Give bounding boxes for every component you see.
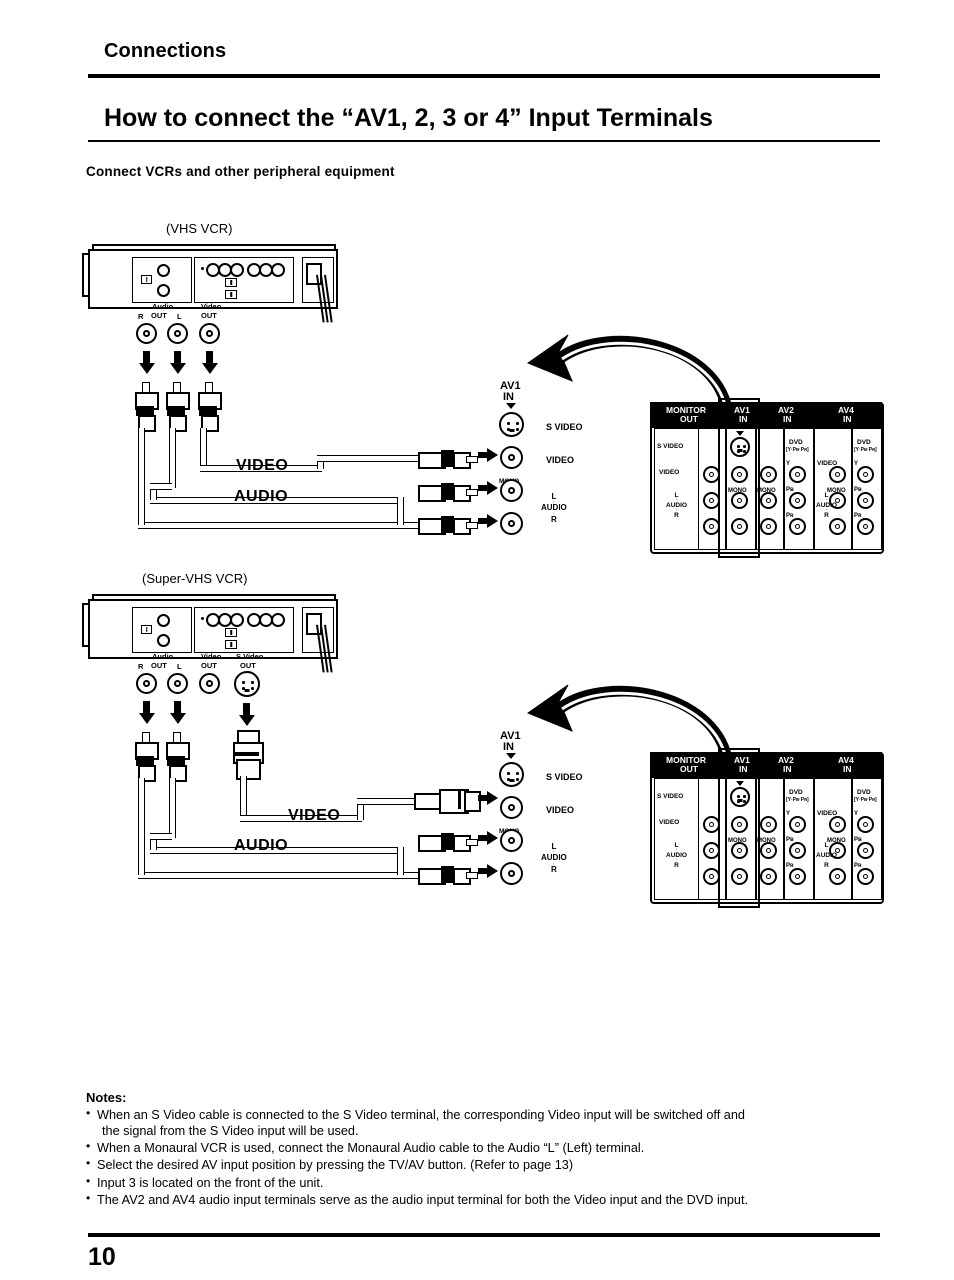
svhs-av1-audio-l-label: L xyxy=(551,842,557,851)
svhs-audio-l-label: L xyxy=(177,662,182,671)
svhs-video-jack xyxy=(199,673,220,694)
svhs-av1-pointer xyxy=(506,753,516,759)
panel2-av4-audio-r: R xyxy=(824,861,829,869)
panel2-av4-audio-r-jack xyxy=(829,868,846,885)
panel2-av2-dvd-pr-jack xyxy=(789,868,806,885)
panel2-av4-dvd-y: Y xyxy=(854,811,859,817)
panel2-av4-audio: AUDIO xyxy=(816,851,837,859)
svhs-audio-r-run xyxy=(138,872,456,879)
panel2-av2-audio-l-jack xyxy=(760,842,777,859)
panel2-av2-dvd-components: [Y·Pʙ·Pʀ] xyxy=(786,797,809,803)
panel2-av2-video-jack xyxy=(760,816,777,833)
svhs-av1-in: IN xyxy=(503,741,514,753)
svhs-audio-r-label: R xyxy=(138,662,144,671)
svhs-audio-l-jack xyxy=(167,673,188,694)
note-item-5: The AV2 and AV4 audio input terminals se… xyxy=(86,1191,886,1208)
panel2-av4-audio-l: L xyxy=(824,842,829,849)
svhs-av1-video-label: VIDEO xyxy=(546,805,575,815)
svhs-audio-r-bend xyxy=(138,825,145,875)
note-1-line-1: When an S Video cable is connected to th… xyxy=(97,1108,745,1122)
panel2-col-monitor-out-2: OUT xyxy=(680,764,698,774)
note-item-1: When an S Video cable is connected to th… xyxy=(86,1106,886,1139)
panel2-av2-dvd-pb-jack xyxy=(789,842,806,859)
svhs-av1-audio-l-jack xyxy=(500,829,523,852)
panel2-av4-dvd-pb-jack xyxy=(857,842,874,859)
svhs-audio-split xyxy=(397,847,404,875)
panel2-av2-dvd-y-jack xyxy=(789,816,806,833)
svhs-av1-svideo-label: S VIDEO xyxy=(546,772,583,782)
panel2-av4-dvd-label: DVD xyxy=(857,789,871,796)
panel2-row-svideo: S VIDEO xyxy=(657,793,684,800)
svhs-video-cable-drop xyxy=(240,776,247,820)
notes-section: Notes: When an S Video cable is connecte… xyxy=(86,1090,886,1209)
panel2-av1-highlight xyxy=(718,748,760,908)
panel2-av4-dvd-components: [Y·Pʙ·Pʀ] xyxy=(854,797,877,803)
svhs-svideo-jack xyxy=(234,671,260,697)
panel2-av4-video-jack xyxy=(829,816,846,833)
svhs-video-group-label: Video xyxy=(201,652,222,661)
manual-page: Connections How to connect the “AV1, 2, … xyxy=(0,0,954,1280)
svhs-video-cable-label: VIDEO xyxy=(288,807,341,824)
svhs-audio-r-jack xyxy=(136,673,157,694)
panel2-row-video: VIDEO xyxy=(659,819,680,826)
panel2-av4-dvd-pr-jack xyxy=(857,868,874,885)
page-number: 10 xyxy=(88,1243,116,1271)
svhs-av1-audio-labels: L | AUDIO | R xyxy=(541,842,567,874)
panel2-av2-audio-r-jack xyxy=(760,868,777,885)
note-item-2: When a Monaural VCR is used, connect the… xyxy=(86,1139,886,1156)
svhs-video-cable-top xyxy=(357,798,419,805)
svhs-audio-l-drop xyxy=(169,778,176,838)
svhs-vcr-caption: (Super-VHS VCR) xyxy=(142,571,248,586)
footer-rule xyxy=(88,1233,880,1237)
svhs-audio-group-label: Audio xyxy=(152,652,174,661)
svhs-av1-audio-r-label: R xyxy=(551,864,557,874)
svhs-av1-video-jack xyxy=(500,796,523,819)
panel2-row-audio: AUDIO xyxy=(666,851,687,859)
svhs-audio-r-drop xyxy=(138,778,145,830)
svhs-av1-audio-r-jack xyxy=(500,862,523,885)
panel2-row-audio-l: L xyxy=(674,842,679,849)
diagram-super-vhs-vcr: (Super-VHS VCR) Audio OUT R L Video OUT … xyxy=(0,0,954,908)
terminal-panel-2: MONITOR OUT AV1 IN AV2 IN AV4 IN S VIDEO… xyxy=(650,752,884,904)
note-item-3: Select the desired AV input position by … xyxy=(86,1156,886,1173)
panel2-col-av4-2: IN xyxy=(843,764,852,774)
svhs-audio-out-label: OUT xyxy=(151,661,167,670)
panel2-col-av2-2: IN xyxy=(783,764,792,774)
notes-title: Notes: xyxy=(86,1090,127,1105)
note-1-line-2: the signal from the S Video input will b… xyxy=(102,1124,359,1139)
svhs-av1-audio-label: AUDIO xyxy=(541,853,567,863)
svhs-svideo-out-label: OUT xyxy=(240,661,256,670)
panel2-av2-dvd-label: DVD xyxy=(789,789,803,796)
panel2-av2-dvd-y: Y xyxy=(786,811,791,817)
panel2-av4-dvd-y-jack xyxy=(857,816,874,833)
svhs-video-out-label: OUT xyxy=(201,661,217,670)
svhs-audio-l-join xyxy=(150,833,172,840)
note-item-4: Input 3 is located on the front of the u… xyxy=(86,1173,886,1191)
svhs-svideo-group-label: S Video xyxy=(236,652,264,661)
svhs-audio-cable-label: AUDIO xyxy=(234,837,289,854)
panel2-row-audio-r: R xyxy=(674,861,679,869)
